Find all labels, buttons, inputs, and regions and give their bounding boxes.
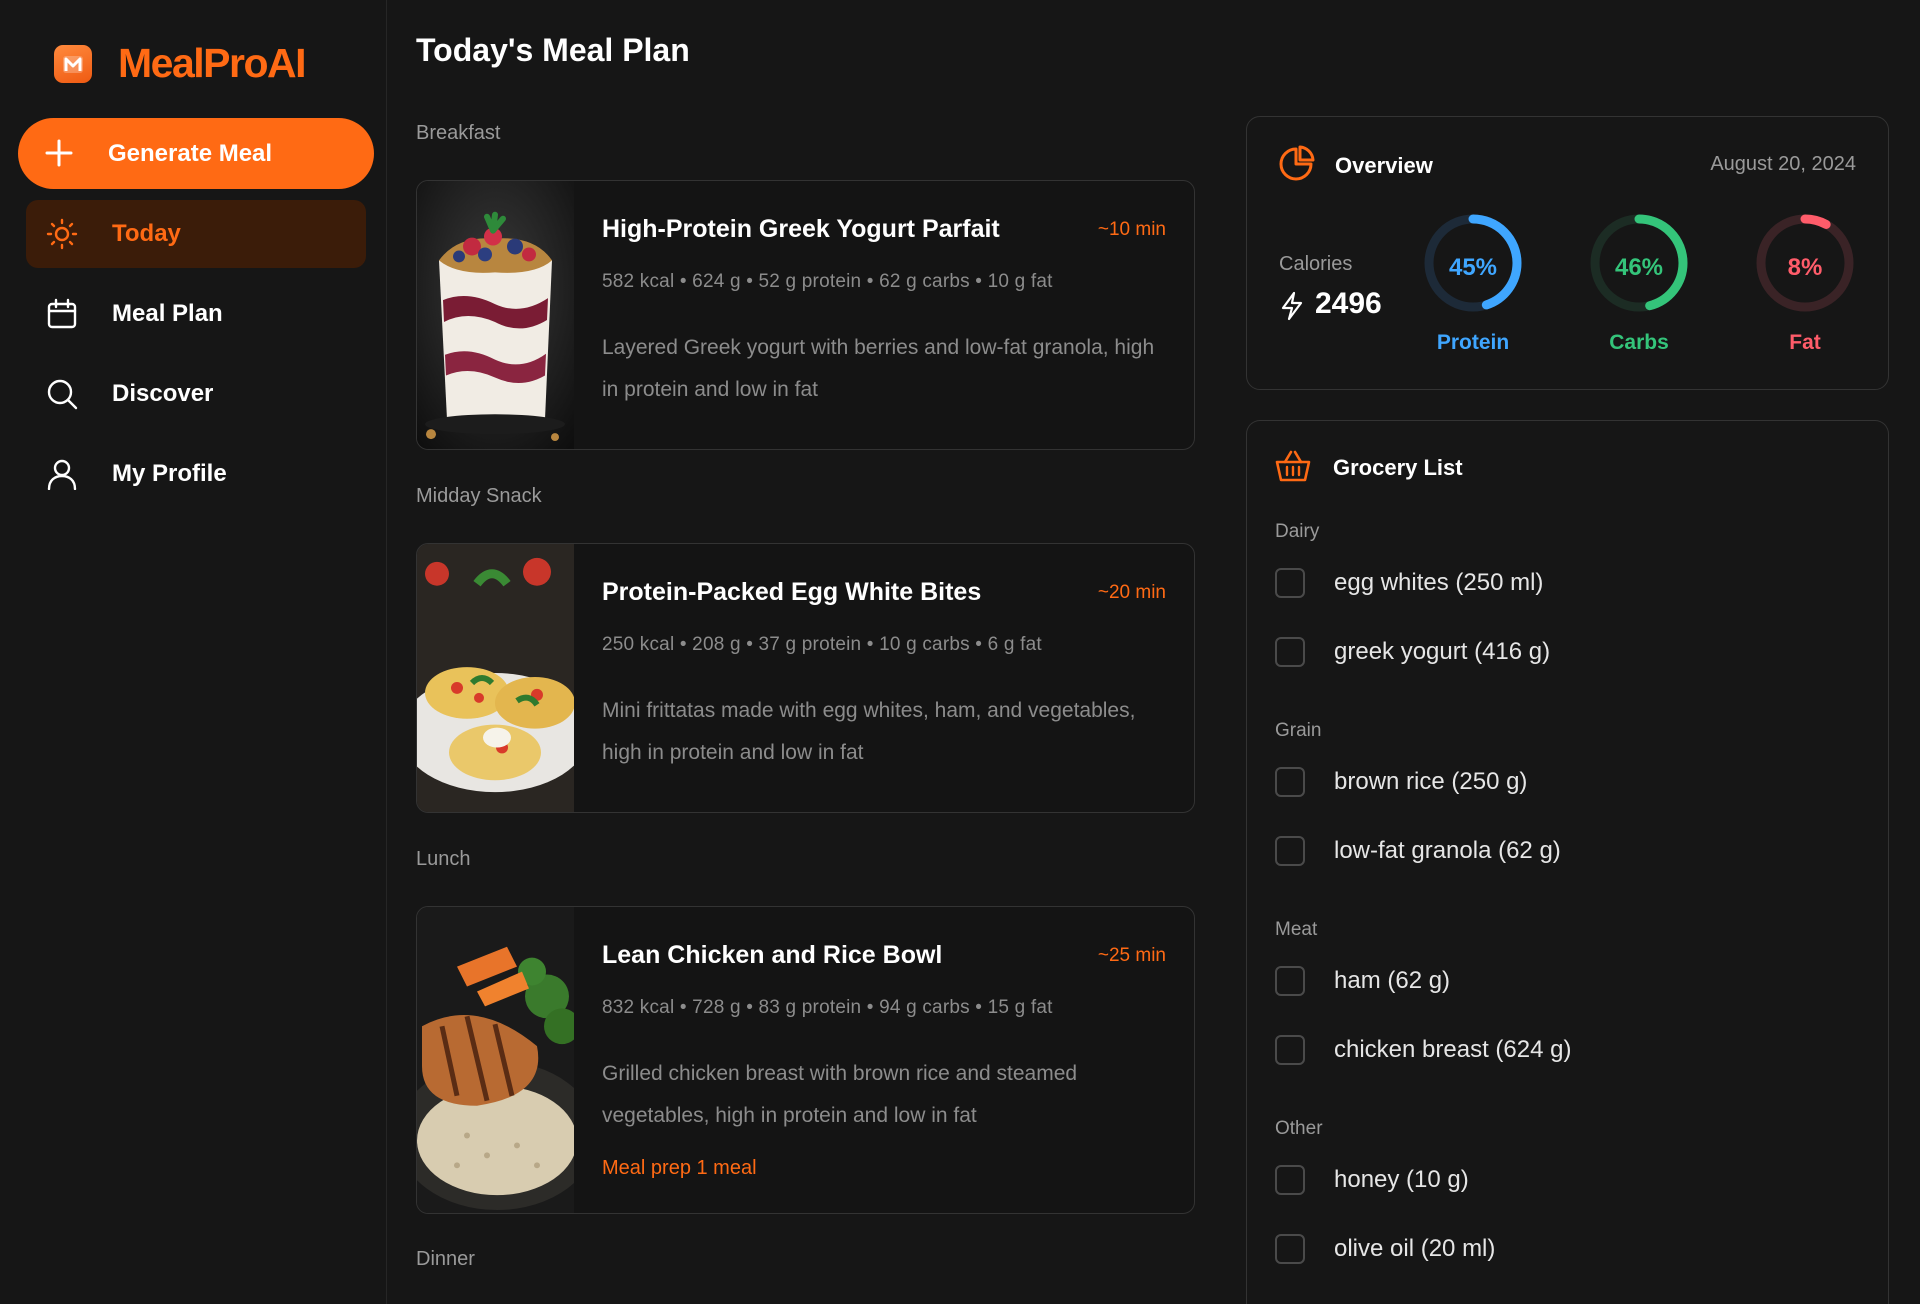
sidebar-item-label: Discover: [112, 380, 214, 407]
meal-description: Layered Greek yogurt with berries and lo…: [602, 336, 1155, 401]
category-label-grain: Grain: [1275, 720, 1322, 741]
grocery-item[interactable]: ham (62 g): [1275, 964, 1450, 998]
grocery-item[interactable]: greek yogurt (416 g): [1275, 635, 1550, 669]
meal-card-lunch[interactable]: Lean Chicken and Rice Bowl ~25 min 832 k…: [416, 906, 1195, 1214]
section-label-breakfast: Breakfast: [416, 122, 501, 144]
overview-panel: Overview August 20, 2024 Calories 2496 4…: [1246, 116, 1889, 390]
calories-label: Calories: [1279, 253, 1353, 275]
calendar-icon: [47, 298, 77, 329]
generate-meal-label: Generate Meal: [108, 139, 273, 167]
category-label-dairy: Dairy: [1275, 521, 1320, 542]
checkbox[interactable]: [1275, 966, 1305, 996]
carbs-percent: 46%: [1614, 254, 1664, 281]
grocery-item[interactable]: olive oil (20 ml): [1275, 1232, 1495, 1266]
meal-stats: 250 kcal • 208 g • 37 g protein • 10 g c…: [602, 634, 1042, 655]
sidebar-item-my-profile[interactable]: My Profile: [26, 440, 366, 508]
sidebar-item-label: My Profile: [112, 460, 227, 487]
carbs-label: Carbs: [1609, 331, 1669, 354]
category-label-meat: Meat: [1275, 919, 1318, 940]
grocery-item-label: greek yogurt (416 g): [1334, 638, 1551, 665]
protein-label: Protein: [1436, 331, 1510, 354]
grocery-item-label: honey (10 g): [1334, 1166, 1469, 1193]
checkbox[interactable]: [1275, 767, 1305, 797]
sidebar-item-today[interactable]: Today: [26, 200, 366, 268]
section-label-dinner: Dinner: [416, 1248, 475, 1270]
checkbox[interactable]: [1275, 568, 1305, 598]
yogurt-parfait-image: [417, 181, 574, 449]
sidebar-item-label: Today: [112, 220, 181, 247]
grocery-list-title: Grocery List: [1333, 455, 1463, 480]
sidebar-item-discover[interactable]: Discover: [26, 360, 366, 428]
meal-card-breakfast[interactable]: High-Protein Greek Yogurt Parfait ~10 mi…: [416, 180, 1195, 450]
chicken-rice-bowl-image: [417, 907, 574, 1213]
meal-description: Mini frittatas made with egg whites, ham…: [602, 699, 1136, 764]
grocery-item-label: ham (62 g): [1334, 967, 1451, 994]
section-label-lunch: Lunch: [416, 848, 471, 870]
page-title: Today's Meal Plan: [416, 32, 690, 68]
lightning-icon: [1281, 291, 1303, 321]
grocery-item[interactable]: egg whites (250 ml): [1275, 566, 1543, 600]
sidebar-item-label: Meal Plan: [112, 300, 223, 327]
meal-name: Protein-Packed Egg White Bites: [602, 578, 982, 606]
app-name: MealProAI: [118, 40, 307, 86]
category-label-other: Other: [1275, 1118, 1323, 1139]
meal-name: Lean Chicken and Rice Bowl: [602, 941, 943, 969]
grocery-item[interactable]: chicken breast (624 g): [1275, 1033, 1571, 1067]
fat-percent: 8%: [1787, 254, 1823, 281]
meal-time: ~25 min: [1097, 945, 1166, 966]
grocery-item[interactable]: brown rice (250 g): [1275, 765, 1527, 799]
user-icon: [47, 459, 77, 490]
checkbox[interactable]: [1275, 1035, 1305, 1065]
logo-icon: [54, 44, 92, 83]
overview-date: August 20, 2024: [1710, 153, 1856, 175]
grocery-item-label: brown rice (250 g): [1334, 768, 1528, 795]
meal-name: High-Protein Greek Yogurt Parfait: [602, 215, 1000, 243]
grocery-item-label: olive oil (20 ml): [1334, 1235, 1496, 1262]
checkbox[interactable]: [1275, 1234, 1305, 1264]
plus-icon: [45, 139, 73, 167]
overview-title: Overview: [1335, 153, 1433, 178]
meal-card-midday-snack[interactable]: Protein-Packed Egg White Bites ~20 min 2…: [416, 543, 1195, 813]
grocery-item[interactable]: low-fat granola (62 g): [1275, 834, 1561, 868]
generate-meal-button[interactable]: Generate Meal: [18, 118, 374, 189]
fat-label: Fat: [1789, 331, 1821, 354]
search-icon: [47, 379, 78, 410]
egg-white-bites-image: [417, 544, 574, 812]
basket-icon: [1275, 450, 1311, 482]
grocery-item-label: low-fat granola (62 g): [1334, 837, 1561, 864]
meal-stats: 832 kcal • 728 g • 83 g protein • 94 g c…: [602, 997, 1053, 1018]
meal-stats: 582 kcal • 624 g • 52 g protein • 62 g c…: [602, 271, 1053, 292]
checkbox[interactable]: [1275, 1165, 1305, 1195]
app-logo[interactable]: MealProAI: [54, 40, 307, 87]
protein-percent: 45%: [1448, 254, 1498, 281]
sun-icon: [46, 218, 78, 250]
meal-description: Grilled chicken breast with brown rice a…: [602, 1062, 1078, 1127]
grocery-item[interactable]: honey (10 g): [1275, 1163, 1469, 1197]
checkbox[interactable]: [1275, 637, 1305, 667]
pie-chart-icon: [1279, 145, 1315, 181]
meal-prep-link[interactable]: Meal prep 1 meal: [602, 1157, 757, 1180]
grocery-list-panel: Grocery List Dairy egg whites (250 ml) g…: [1246, 420, 1889, 1304]
grocery-item-label: chicken breast (624 g): [1334, 1036, 1572, 1063]
grocery-item-label: egg whites (250 ml): [1334, 569, 1544, 596]
sidebar: MealProAI Generate Meal Today Meal Plan …: [0, 0, 387, 1304]
meal-time: ~10 min: [1097, 219, 1166, 240]
sidebar-item-meal-plan[interactable]: Meal Plan: [26, 280, 366, 348]
checkbox[interactable]: [1275, 836, 1305, 866]
calories-value: 2496: [1315, 287, 1382, 320]
section-label-midday-snack: Midday Snack: [416, 485, 542, 507]
meal-time: ~20 min: [1097, 582, 1166, 603]
